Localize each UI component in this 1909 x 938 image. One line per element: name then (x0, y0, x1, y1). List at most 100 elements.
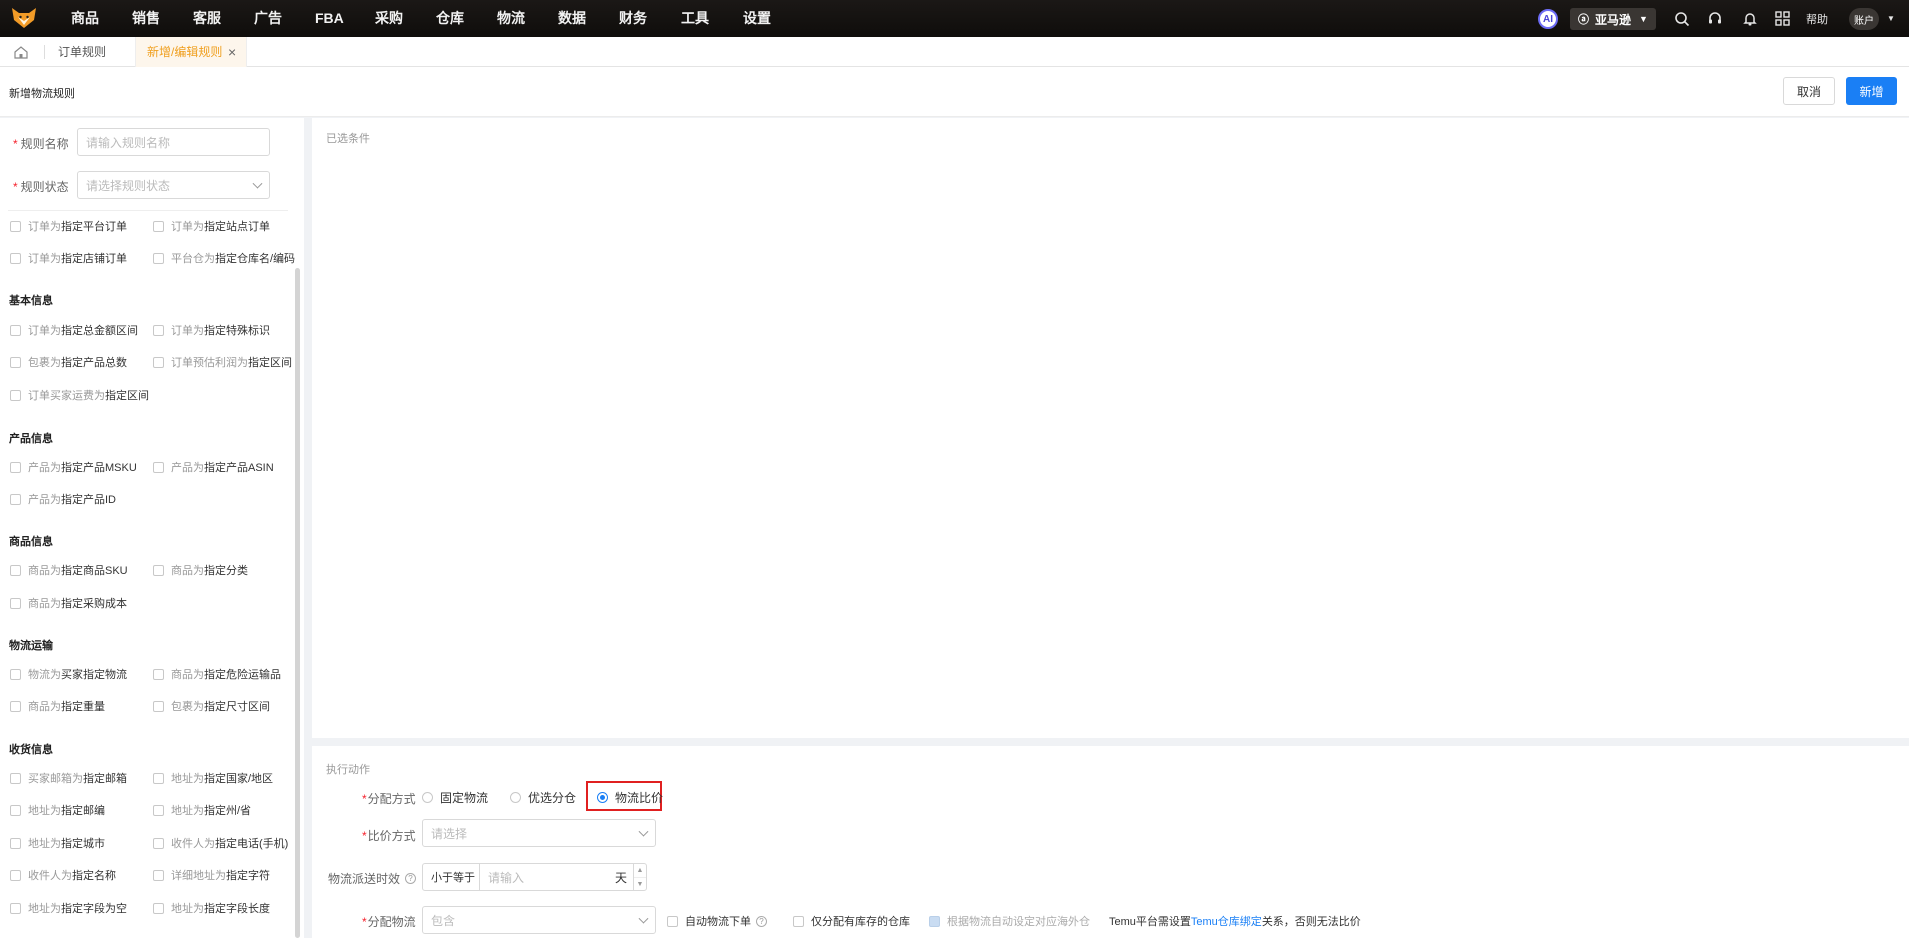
checkbox-box[interactable] (667, 915, 678, 927)
cond-checkbox[interactable]: 地址为 指定城市 (10, 835, 105, 851)
tab-order-rules[interactable]: 订单规则 (58, 37, 106, 67)
checkbox-box[interactable] (153, 356, 164, 368)
checkbox-box[interactable] (153, 220, 164, 232)
checkbox-box[interactable] (10, 493, 21, 505)
checkbox-box[interactable] (153, 564, 164, 576)
checkbox-box[interactable] (10, 220, 21, 232)
help-icon[interactable]: ? (405, 873, 417, 884)
temu-binding-link[interactable]: Temu仓库绑定 (1191, 916, 1262, 928)
cond-checkbox[interactable]: 订单为 指定站点订单 (153, 218, 270, 234)
cond-checkbox[interactable]: 订单预估利润为 指定区间 (153, 354, 292, 370)
checkbox-box[interactable] (153, 902, 164, 914)
nav-item-tools[interactable]: 工具 (681, 0, 709, 37)
checkbox-box[interactable] (10, 869, 21, 881)
nav-item-purchase[interactable]: 采购 (375, 0, 403, 37)
radio-dot-selected[interactable] (597, 792, 608, 803)
checkbox-box[interactable] (153, 252, 164, 264)
rule-name-input[interactable]: 请输入规则名称 (77, 128, 270, 156)
compare-method-select[interactable]: 请选择 (422, 819, 656, 847)
nav-item-ads[interactable]: 广告 (254, 0, 282, 37)
cond-checkbox[interactable]: 商品为 指定分类 (153, 562, 248, 578)
nav-item-finance[interactable]: 财务 (619, 0, 647, 37)
add-button[interactable]: 新增 (1846, 77, 1897, 105)
delivery-time-operator[interactable]: 小于等于 (422, 863, 480, 891)
nav-item-service[interactable]: 客服 (193, 0, 221, 37)
cancel-button[interactable]: 取消 (1783, 77, 1835, 105)
cond-checkbox[interactable]: 物流为 买家指定物流 (10, 666, 127, 682)
cond-checkbox[interactable]: 买家邮箱为 指定邮箱 (10, 770, 127, 786)
stepper-down-icon[interactable]: ▼ (634, 877, 646, 890)
cond-checkbox[interactable]: 地址为 指定州/省 (153, 802, 251, 818)
apps-grid-icon[interactable] (1772, 0, 1792, 37)
cond-checkbox[interactable]: 地址为 指定邮编 (10, 802, 105, 818)
cond-checkbox[interactable]: 订单买家运费为 指定区间 (10, 387, 149, 403)
nav-item-warehouse[interactable]: 仓库 (436, 0, 464, 37)
cond-checkbox[interactable]: 地址为 指定字段为空 (10, 900, 127, 916)
nav-item-data[interactable]: 数据 (558, 0, 586, 37)
nav-item-fba[interactable]: FBA (315, 0, 344, 37)
checkbox-box[interactable] (10, 772, 21, 784)
checkbox-box[interactable] (10, 700, 21, 712)
nav-item-settings[interactable]: 设置 (743, 0, 771, 37)
fox-logo-icon[interactable] (10, 5, 38, 31)
bell-icon[interactable] (1740, 0, 1760, 37)
checkbox-box[interactable] (153, 700, 164, 712)
checkbox-box[interactable] (153, 804, 164, 816)
nav-item-sales[interactable]: 销售 (132, 0, 160, 37)
ai-assistant-button[interactable]: AI (1538, 9, 1558, 29)
store-selector[interactable]: ⓐ 亚马逊 ▼ (1570, 8, 1656, 30)
close-icon[interactable]: × (228, 37, 236, 67)
checkbox-box[interactable] (10, 804, 21, 816)
help-link[interactable]: 帮助 (1802, 0, 1832, 37)
cond-checkbox[interactable]: 地址为 指定字段长度 (153, 900, 270, 916)
radio-fixed-logistics[interactable]: 固定物流 (422, 789, 488, 806)
cond-checkbox[interactable]: 详细地址为 指定字符 (153, 867, 270, 883)
cond-checkbox[interactable]: 产品为 指定产品MSKU (10, 459, 137, 475)
cond-checkbox[interactable]: 包裹为 指定尺寸区间 (153, 698, 270, 714)
checkbox-box[interactable] (153, 324, 164, 336)
cond-checkbox[interactable]: 订单为 指定平台订单 (10, 218, 127, 234)
checkbox-box[interactable] (10, 668, 21, 680)
cond-checkbox[interactable]: 地址为 指定国家/地区 (153, 770, 273, 786)
radio-dot[interactable] (510, 792, 521, 803)
cond-checkbox[interactable]: 商品为 指定危险运输品 (153, 666, 281, 682)
checkbox-box[interactable] (793, 915, 804, 927)
cond-checkbox[interactable]: 订单为 指定特殊标识 (153, 322, 270, 338)
cond-checkbox[interactable]: 产品为 指定产品ASIN (153, 459, 274, 475)
checkbox-box[interactable] (10, 597, 21, 609)
stepper[interactable]: ▲ ▼ (633, 863, 647, 891)
only-stock-checkbox[interactable]: 仅分配有库存的仓库 (793, 913, 910, 929)
sidebar-scrollbar[interactable] (295, 268, 300, 938)
checkbox-box[interactable] (153, 668, 164, 680)
checkbox-box[interactable] (10, 389, 21, 401)
radio-dot[interactable] (422, 792, 433, 803)
radio-logistics-compare[interactable]: 物流比价 (597, 789, 663, 806)
stepper-up-icon[interactable]: ▲ (634, 864, 646, 877)
checkbox-box[interactable] (153, 869, 164, 881)
checkbox-box[interactable] (153, 772, 164, 784)
assign-logistics-select[interactable]: 包含 (422, 906, 656, 934)
account-caret-down-icon[interactable]: ▼ (1884, 0, 1898, 37)
checkbox-box[interactable] (10, 564, 21, 576)
tab-edit-rule[interactable]: 新增/编辑规则 × (135, 37, 247, 67)
checkbox-box[interactable] (10, 902, 21, 914)
cond-checkbox[interactable]: 产品为 指定产品ID (10, 491, 116, 507)
cond-checkbox[interactable]: 商品为 指定重量 (10, 698, 105, 714)
cond-checkbox[interactable]: 商品为 指定商品SKU (10, 562, 128, 578)
checkbox-box[interactable] (10, 252, 21, 264)
cond-checkbox[interactable]: 收件人为 指定名称 (10, 867, 116, 883)
nav-item-logistics[interactable]: 物流 (497, 0, 525, 37)
delivery-time-input[interactable]: 请输入 天 (479, 863, 634, 891)
checkbox-box[interactable] (153, 837, 164, 849)
checkbox-box[interactable] (10, 324, 21, 336)
help-icon[interactable]: ? (756, 915, 767, 927)
search-icon[interactable] (1672, 0, 1692, 37)
cond-checkbox[interactable]: 订单为 指定店铺订单 (10, 250, 127, 266)
headset-icon[interactable] (1705, 0, 1725, 37)
cond-checkbox[interactable]: 包裹为 指定产品总数 (10, 354, 127, 370)
account-avatar[interactable]: 账户 (1849, 8, 1879, 30)
home-icon[interactable] (14, 37, 30, 67)
checkbox-box[interactable] (10, 356, 21, 368)
cond-checkbox[interactable]: 平台仓为 指定仓库名/编码 (153, 250, 295, 266)
cond-checkbox[interactable]: 收件人为 指定电话(手机) (153, 835, 288, 851)
